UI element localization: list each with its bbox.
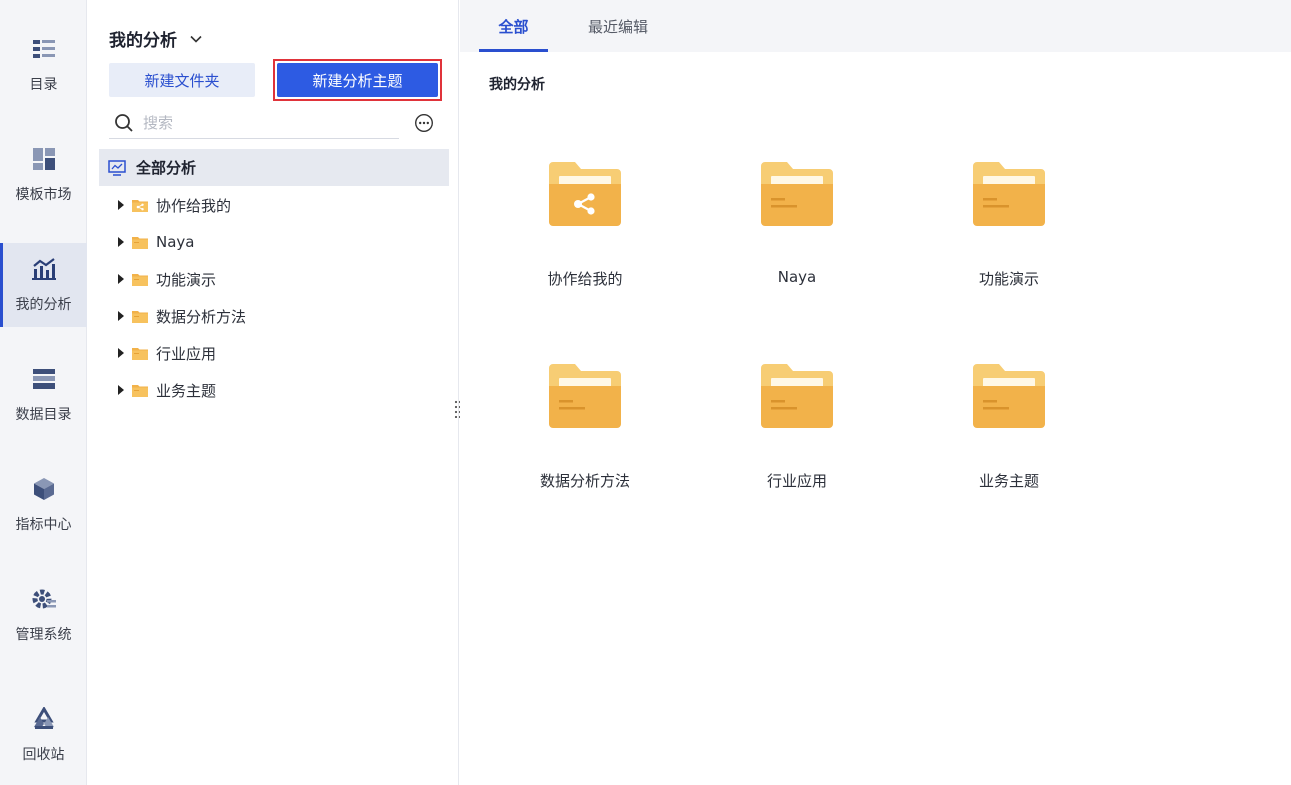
main-content: 全部 最近编辑 我的分析 协作给我的 Naya 功能演示 数据分析方法 行业应用… [460,0,1291,785]
tab-bar: 全部 最近编辑 [460,0,1291,52]
shared-folder-icon [132,198,148,212]
caret-right-icon[interactable] [116,274,126,284]
dashboard-monitor-icon [108,159,126,177]
caret-right-icon[interactable] [116,311,126,321]
nav-label: 指标中心 [15,517,72,533]
nav-label: 模板市场 [15,187,72,203]
nav-rail: 目录 模板市场 我的分析 数据目录 指标中心 管理系统 回收站 [0,0,87,785]
caret-right-icon[interactable] [116,200,126,210]
tree-item-label: 协作给我的 [156,196,232,215]
search-box [109,108,399,139]
analysis-tree-panel: 我的分析 新建文件夹 新建分析主题 全部分析 [88,0,459,785]
caret-right-icon[interactable] [116,237,126,247]
new-analysis-topic-button[interactable]: 新建分析主题 [277,63,438,97]
nav-item-metrics-center[interactable]: 指标中心 [0,463,87,547]
tree-item-label: 功能演示 [156,270,217,289]
folder-icon [132,235,148,249]
chevron-down-icon [189,32,203,46]
search-input[interactable] [143,114,383,132]
folder-icon [973,162,1045,226]
nav-label: 管理系统 [15,627,72,643]
tree-item-label: 数据分析方法 [156,307,247,326]
tree-root-all-analysis[interactable]: 全部分析 [99,149,449,186]
metrics-center-icon [31,476,57,502]
nav-item-my-analysis[interactable]: 我的分析 [0,243,87,327]
nav-item-template-market[interactable]: 模板市场 [0,133,87,217]
app-window: 目录 模板市场 我的分析 数据目录 指标中心 管理系统 回收站 我的分析 新建文… [0,0,1291,785]
panel-title-dropdown[interactable]: 我的分析 [109,26,203,51]
folder-tile-label: 功能演示 [978,270,1039,288]
search-icon [113,112,135,134]
folder-tile-label: 协作给我的 [547,270,623,288]
tree-item[interactable]: 行业应用 [116,338,436,368]
folder-tile[interactable]: 行业应用 [722,362,872,512]
folder-icon [549,364,621,428]
panel-title: 我的分析 [109,31,177,51]
tree-item-label: 行业应用 [156,344,217,363]
nav-item-recycle-bin[interactable]: 回收站 [0,693,87,777]
tree-item[interactable]: 数据分析方法 [116,301,436,331]
tree-item-label: 业务主题 [156,381,217,400]
folder-tile[interactable]: 业务主题 [934,362,1084,512]
tree-item-label: Naya [156,233,195,251]
section-title: 我的分析 [489,77,545,93]
nav-item-catalog[interactable]: 目录 [0,23,87,107]
folder-tile[interactable]: 数据分析方法 [510,362,660,512]
folder-tile-label: 业务主题 [978,472,1039,490]
tab-all[interactable]: 全部 [479,0,548,52]
my-analysis-icon [31,256,57,282]
new-folder-button[interactable]: 新建文件夹 [109,63,255,97]
tree-root-label: 全部分析 [136,159,197,177]
tree-item[interactable]: 协作给我的 [116,190,436,220]
nav-item-data-catalog[interactable]: 数据目录 [0,353,87,437]
folder-icon [132,309,148,323]
nav-item-admin-system[interactable]: 管理系统 [0,573,87,657]
folder-icon [973,364,1045,428]
tab-recent-edits[interactable]: 最近编辑 [578,0,658,52]
template-market-icon [31,146,57,172]
folder-tile[interactable]: Naya [722,160,872,310]
more-options-icon[interactable] [414,113,434,133]
caret-right-icon[interactable] [116,348,126,358]
folder-icon [132,346,148,360]
caret-right-icon[interactable] [116,385,126,395]
nav-label: 目录 [29,77,58,93]
folder-icon [132,272,148,286]
shared-folder-icon [549,162,621,226]
nav-label: 数据目录 [15,407,72,423]
folder-tile[interactable]: 协作给我的 [510,160,660,310]
data-catalog-icon [31,366,57,392]
folder-icon [761,364,833,428]
folder-icon [761,162,833,226]
admin-system-icon [31,586,57,612]
folder-tile-label: 数据分析方法 [539,472,630,490]
folder-tile-label: Naya [777,268,817,286]
tree-item[interactable]: 功能演示 [116,264,436,294]
tree-item[interactable]: 业务主题 [116,375,436,405]
tree-item[interactable]: Naya [116,227,436,257]
catalog-icon [31,36,57,62]
nav-label: 我的分析 [15,297,72,313]
recycle-bin-icon [31,706,57,732]
highlight-box: 新建分析主题 [273,59,442,101]
nav-label: 回收站 [22,747,65,763]
folder-tile[interactable]: 功能演示 [934,160,1084,310]
folder-icon [132,383,148,397]
folder-tile-label: 行业应用 [766,472,827,490]
